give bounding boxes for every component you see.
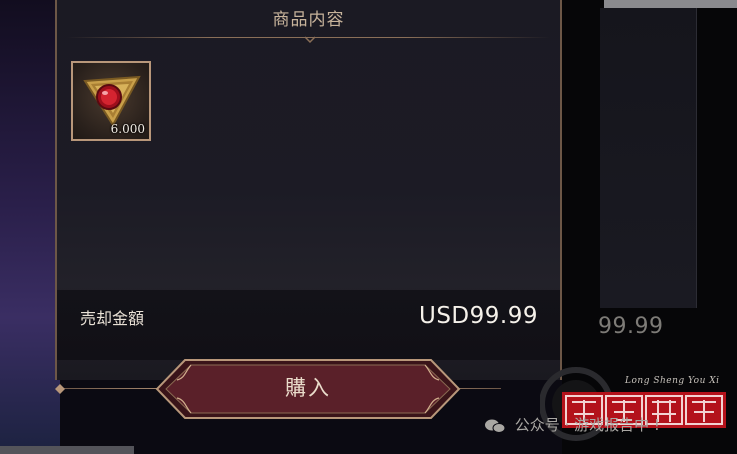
price-value: USD99.99 (419, 303, 538, 329)
background-bottom-bar (0, 446, 134, 454)
background-left-gradient (0, 0, 60, 454)
buy-bar-left-diamond-icon (55, 384, 65, 394)
header-notch-icon (305, 36, 315, 44)
ruby-triangle-gem-icon (83, 75, 141, 127)
panel-title: 商品内容 (272, 10, 345, 30)
background-next-card-price: 99.99 (598, 314, 664, 339)
item-quantity: 6.000 (110, 122, 145, 136)
buy-button[interactable]: 購入 (155, 358, 461, 420)
seal-script-text: Long Sheng You Xi (625, 376, 720, 386)
panel-header: 商品内容 (57, 0, 560, 36)
buy-bar: 購入 (55, 358, 505, 420)
background-card-top-strip (604, 0, 737, 8)
wechat-icon (485, 419, 506, 433)
background-next-card (600, 8, 697, 308)
price-label: 売却金額 (80, 309, 145, 328)
item-slot[interactable]: 6.000 (71, 61, 151, 141)
wechat-watermark-text: 公众号 · 游戏报告中 ! (514, 416, 660, 434)
wechat-watermark: 公众号 · 游戏报告中 ! (484, 414, 660, 435)
price-row: 売却金額 USD99.99 (57, 290, 560, 360)
product-panel: 商品内容 6.000 売却金額 USD99.99 (55, 0, 562, 380)
buy-button-label: 購入 (285, 376, 331, 400)
seal-stamp-icon (540, 367, 726, 441)
